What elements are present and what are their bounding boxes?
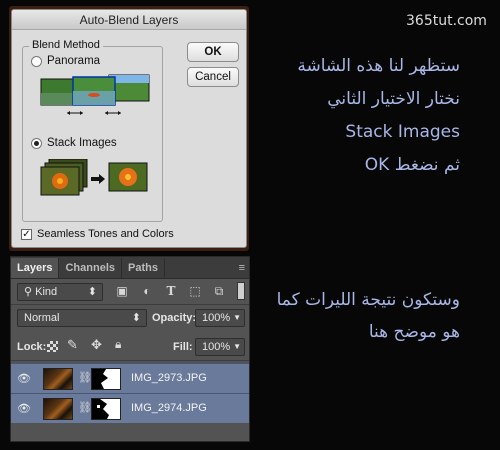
eye-icon[interactable]: 👁︎ — [17, 372, 31, 385]
mask-shape — [92, 369, 120, 389]
seamless-tones-option[interactable]: ✓ Seamless Tones and Colors — [21, 228, 174, 240]
mask-white-speck — [97, 405, 100, 408]
filter-kind-select[interactable]: ⚲ Kind ⬍ — [17, 283, 103, 301]
layer-mask-thumbnail[interactable] — [91, 398, 121, 420]
stack-flower-front-center — [57, 178, 63, 184]
panorama-label: Panorama — [47, 55, 101, 67]
watermark: 365tut.com — [406, 13, 487, 29]
panel-tabs: Layers Channels Paths ≡ — [11, 257, 249, 279]
filter-kind-value: Kind — [35, 286, 58, 298]
blend-mode-value: Normal — [24, 312, 60, 324]
panel-menu-icon[interactable]: ≡ — [239, 258, 245, 278]
fill-field[interactable]: 100% ▼ — [195, 338, 245, 356]
instruction-line-3: Stack Images — [345, 122, 460, 142]
shape-filter-icon[interactable]: ⬚ — [187, 284, 203, 299]
opacity-value: 100% — [202, 312, 231, 324]
layer-mask-thumbnail[interactable] — [91, 368, 121, 390]
seamless-checkbox[interactable]: ✓ — [21, 228, 32, 240]
fill-label: Fill: — [173, 341, 193, 353]
option-panorama[interactable]: Panorama — [31, 55, 100, 67]
panorama-arrowhead-right — [105, 111, 108, 115]
chevron-down-icon[interactable]: ▼ — [233, 310, 241, 326]
blend-mode-select[interactable]: Normal ⬍ — [17, 309, 147, 327]
panorama-arrowhead-left-2 — [80, 111, 83, 115]
chevron-down-icon[interactable]: ▼ — [233, 339, 241, 355]
smart-object-filter-icon[interactable]: ⧉ — [211, 284, 227, 299]
tab-paths[interactable]: Paths — [122, 258, 165, 278]
lock-move-icon[interactable]: ✥ — [91, 337, 102, 353]
lock-all-icon[interactable]: 🔒︎ — [115, 337, 121, 352]
panorama-arrowhead-right-2 — [118, 111, 121, 115]
blend-method-label: Blend Method — [29, 39, 103, 51]
seamless-label: Seamless Tones and Colors — [37, 228, 174, 240]
layer-thumbnail — [43, 398, 73, 420]
fill-value: 100% — [202, 341, 231, 353]
filter-toggle-switch[interactable] — [237, 282, 245, 300]
layers-panel: Layers Channels Paths ≡ ⚲ Kind ⬍ ▣ ◐ T ⬚… — [10, 256, 250, 442]
opacity-field[interactable]: 100% ▼ — [195, 309, 245, 327]
dropdown-arrows-icon: ⬍ — [131, 312, 141, 324]
instruction-line-6: هو موضح هنا — [368, 322, 460, 342]
lock-label: Lock: — [17, 341, 47, 353]
link-icon[interactable]: ⛓ — [78, 371, 92, 384]
instruction-line-4: ثم نضغط OK — [364, 155, 460, 175]
auto-blend-dialog: Auto-Blend Layers Blend Method Panorama … — [11, 9, 247, 248]
stack-flower-result-center — [125, 174, 131, 180]
panorama-radio[interactable] — [31, 55, 42, 67]
lock-brush-icon[interactable]: ✎ — [67, 337, 78, 353]
dialog-title: Auto-Blend Layers — [12, 10, 246, 30]
instruction-line-2: نختار الاختيار الثاني — [327, 89, 460, 109]
layer-row[interactable]: 👁︎ ⛓ IMG_2973.JPG — [11, 363, 249, 393]
panorama-illustration — [40, 74, 150, 115]
lock-transparent-icon[interactable] — [47, 341, 58, 352]
stack-illustration — [40, 159, 148, 196]
instruction-line-5: وستكون نتيجة الليرات كما — [276, 290, 460, 310]
eye-icon[interactable]: 👁︎ — [17, 402, 31, 415]
layer-row[interactable]: 👁︎ ⛓ IMG_2974.JPG — [11, 393, 249, 423]
divider — [11, 304, 249, 305]
layer-thumbnail — [43, 368, 73, 390]
blend-method-group: Blend Method Panorama Stack Images — [22, 39, 163, 222]
stack-arrow — [91, 174, 105, 184]
dropdown-arrows-icon: ⬍ — [87, 286, 97, 298]
pixel-filter-icon[interactable]: ▣ — [114, 284, 130, 299]
mask-shape — [92, 399, 120, 419]
layer-name[interactable]: IMG_2973.JPG — [131, 372, 207, 384]
panorama-boat — [88, 93, 100, 97]
adjustment-filter-icon[interactable]: ◐ — [139, 284, 155, 299]
tab-layers[interactable]: Layers — [11, 258, 60, 278]
divider — [11, 360, 249, 361]
layer-name[interactable]: IMG_2974.JPG — [131, 402, 207, 414]
tab-channels[interactable]: Channels — [59, 258, 122, 278]
opacity-label: Opacity: — [152, 312, 197, 324]
search-icon: ⚲ — [24, 286, 33, 298]
link-icon[interactable]: ⛓ — [78, 401, 92, 414]
stack-images-radio[interactable] — [31, 137, 42, 149]
cancel-button[interactable]: Cancel — [187, 67, 239, 87]
stack-images-label: Stack Images — [47, 137, 117, 149]
ok-button[interactable]: OK — [187, 42, 239, 62]
instruction-line-1: ستظهر لنا هذه الشاشة — [297, 56, 460, 76]
option-stack-images[interactable]: Stack Images — [31, 137, 117, 149]
panorama-arrowhead-left — [67, 111, 70, 115]
type-filter-icon[interactable]: T — [163, 284, 179, 299]
